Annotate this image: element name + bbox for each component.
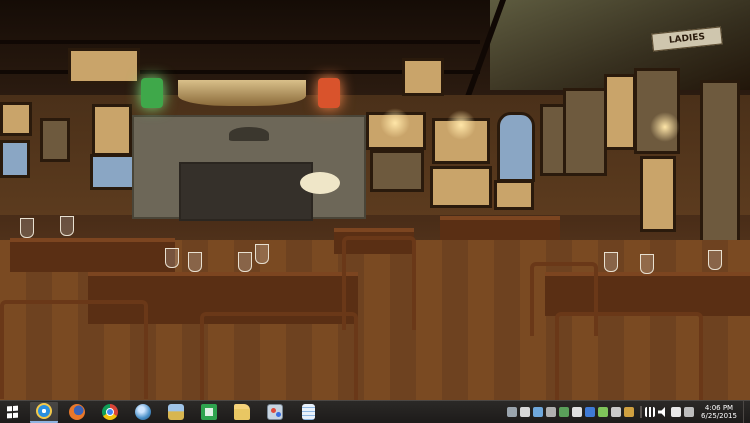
ceiling-beam xyxy=(0,40,480,44)
wall-picture xyxy=(92,104,132,156)
globe-icon xyxy=(135,404,151,420)
wall-picture xyxy=(604,74,636,150)
flower-vase xyxy=(300,172,340,194)
taskbar-internet-explorer[interactable] xyxy=(30,401,58,423)
internet-explorer-icon xyxy=(36,403,52,419)
network-icon[interactable] xyxy=(645,407,655,417)
wine-glass xyxy=(708,250,722,270)
chair xyxy=(200,312,358,400)
wall-window xyxy=(497,112,535,182)
taskbar-folder-app[interactable] xyxy=(162,402,190,423)
tray-app-icon-6[interactable] xyxy=(572,407,582,417)
wall-lamp xyxy=(380,108,410,138)
tray-app-icon-7[interactable] xyxy=(585,407,595,417)
chair xyxy=(530,262,598,336)
windows-logo-icon xyxy=(7,405,19,419)
wall-picture xyxy=(68,48,140,84)
dining-table xyxy=(10,238,175,272)
clock-time: 4:06 PM xyxy=(704,404,734,412)
tray-app-icon-4[interactable] xyxy=(546,407,556,417)
desktop-wallpaper[interactable]: LADIES xyxy=(0,0,750,400)
store-icon xyxy=(201,404,217,420)
taskbar-file-explorer[interactable] xyxy=(228,402,256,423)
green-lantern xyxy=(141,78,163,108)
wall-picture xyxy=(634,68,680,154)
tray-app-icon-5[interactable] xyxy=(559,407,569,417)
tray-app-icon-10[interactable] xyxy=(624,407,634,417)
tray-app-icon-1[interactable] xyxy=(507,407,517,417)
wall-picture xyxy=(90,154,136,190)
model-ship xyxy=(178,80,306,106)
chair xyxy=(342,236,416,330)
taskbar-store[interactable] xyxy=(195,402,223,423)
taskbar-chrome[interactable] xyxy=(96,402,124,423)
notepad-icon xyxy=(301,404,315,420)
wall-picture xyxy=(40,118,70,162)
volume-icon[interactable] xyxy=(658,407,665,417)
taskbar-paint[interactable] xyxy=(261,402,289,423)
chrome-icon xyxy=(102,404,118,420)
taskbar-notepad[interactable] xyxy=(294,402,322,423)
fireplace xyxy=(132,115,366,221)
chair xyxy=(0,300,148,399)
wall-lamp xyxy=(650,112,680,142)
wall-lamp xyxy=(446,110,476,140)
wall-picture xyxy=(0,102,32,136)
clock-date: 6/25/2015 xyxy=(701,412,737,420)
folder-picture-icon xyxy=(168,404,184,420)
keyboard-icon[interactable] xyxy=(684,407,694,417)
show-desktop-button[interactable] xyxy=(743,401,750,423)
tray-app-icon-9[interactable] xyxy=(611,407,621,417)
taskbar-firefox[interactable] xyxy=(63,402,91,423)
tray-app-icon-2[interactable] xyxy=(520,407,530,417)
doorway xyxy=(700,80,740,256)
clock[interactable]: 4:06 PM 6/25/2015 xyxy=(697,404,741,420)
wine-glass xyxy=(188,252,202,272)
wall-picture xyxy=(402,58,444,96)
start-button[interactable] xyxy=(0,401,26,423)
paint-icon xyxy=(267,404,283,420)
wall-picture xyxy=(430,166,492,208)
tray-app-icon-8[interactable] xyxy=(598,407,608,417)
fireplace-opening xyxy=(179,162,313,221)
taskbar: 4:06 PM 6/25/2015 xyxy=(0,400,750,423)
wine-glass xyxy=(165,248,179,268)
wall-picture xyxy=(494,180,534,210)
wine-glass xyxy=(640,254,654,274)
eagle-carving xyxy=(229,127,269,141)
firefox-icon xyxy=(69,404,85,420)
folder-icon xyxy=(234,404,250,420)
wine-glass xyxy=(20,218,34,238)
taskbar-network-globe[interactable] xyxy=(129,402,157,423)
wine-glass xyxy=(238,252,252,272)
dining-table xyxy=(440,216,560,240)
wall-picture xyxy=(370,150,424,192)
wall-picture xyxy=(563,88,607,176)
pinned-apps xyxy=(30,401,327,423)
system-tray: 4:06 PM 6/25/2015 xyxy=(507,401,750,423)
action-center-icon[interactable] xyxy=(671,407,681,417)
wall-picture xyxy=(0,140,30,178)
red-lantern xyxy=(318,78,340,108)
tray-separator xyxy=(640,406,642,418)
wall-picture xyxy=(640,156,676,232)
wine-glass xyxy=(255,244,269,264)
tray-app-icon-3[interactable] xyxy=(533,407,543,417)
wine-glass xyxy=(604,252,618,272)
wine-glass xyxy=(60,216,74,236)
